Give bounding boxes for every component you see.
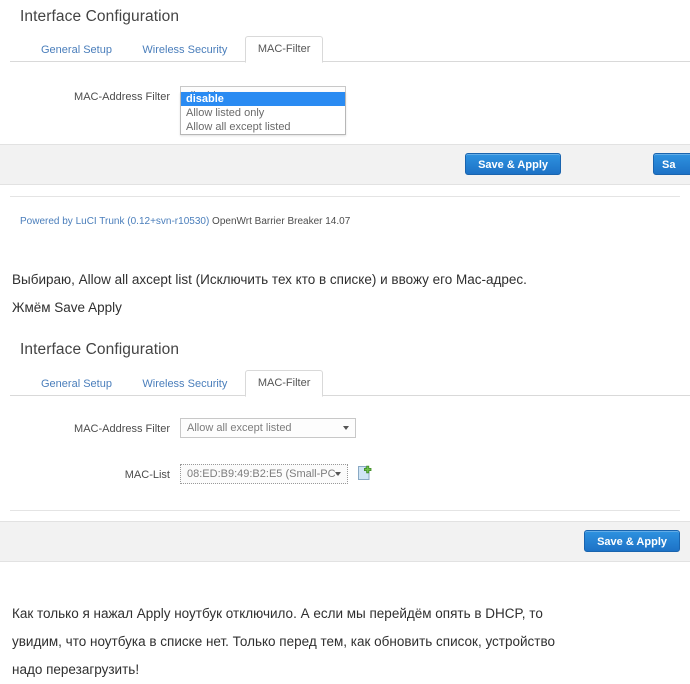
note-2-line-2: увидим, что ноутбука в списке нет. Тольк… xyxy=(12,634,556,649)
dropdown-option-allow-all-except-listed[interactable]: Allow all except listed xyxy=(181,120,345,134)
action-bar-2: Save & Apply xyxy=(0,521,690,562)
save-apply-button-1[interactable]: Save & Apply xyxy=(465,153,561,175)
page-title-1: Interface Configuration xyxy=(20,8,180,25)
chevron-down-icon-3 xyxy=(335,472,341,476)
mac-list-select[interactable]: 08:ED:B9:49:B2:E5 (Small-PC- xyxy=(180,464,348,484)
save-apply-button-2[interactable]: Save & Apply xyxy=(584,530,680,552)
form-area-1: MAC-Address Filter disable disable Allow… xyxy=(0,62,690,144)
panel-divider-1 xyxy=(10,196,680,197)
panel-divider-2 xyxy=(10,510,680,511)
tab-general-setup-1[interactable]: General Setup xyxy=(28,37,125,63)
tab-general-setup-2[interactable]: General Setup xyxy=(28,371,125,397)
mac-list-label: MAC-List xyxy=(124,469,170,481)
mac-address-filter-dropdown-1[interactable]: disable Allow listed only Allow all exce… xyxy=(180,92,346,135)
note-paragraph-1: Выбираю, Allow all axcept list (Исключит… xyxy=(12,266,672,322)
tab-mac-filter-2[interactable]: MAC-Filter xyxy=(244,370,324,397)
tab-bar-2: General Setup Wireless Security MAC-Filt… xyxy=(0,370,690,397)
save-button-1-clipped[interactable]: Sa xyxy=(653,153,690,175)
add-document-icon[interactable] xyxy=(356,465,372,481)
dropdown-option-disable[interactable]: disable xyxy=(181,92,345,106)
mac-address-filter-select-value-2: Allow all except listed xyxy=(187,422,292,434)
note-1-line-2: Жмём Save Apply xyxy=(12,300,122,315)
chevron-down-icon-2 xyxy=(343,426,349,430)
luci-credit-text: OpenWrt Barrier Breaker 14.07 xyxy=(209,216,351,227)
note-2-line-3: надо перезагрузить! xyxy=(12,662,140,677)
luci-credit-1: Powered by LuCI Trunk (0.12+svn-r10530) … xyxy=(20,216,350,227)
mac-list-select-value: 08:ED:B9:49:B2:E5 (Small-PC- xyxy=(187,468,340,480)
mac-list-field: 08:ED:B9:49:B2:E5 (Small-PC- xyxy=(180,464,372,484)
mac-address-filter-select-2[interactable]: Allow all except listed xyxy=(180,418,356,438)
tab-bar-1: General Setup Wireless Security MAC-Filt… xyxy=(0,36,690,63)
mac-address-filter-field-2: Allow all except listed xyxy=(180,418,356,438)
interface-configuration-panel-1: Interface Configuration General Setup Wi… xyxy=(0,0,690,235)
mac-address-filter-row-2: MAC-Address Filter Allow all except list… xyxy=(0,418,690,446)
tab-wireless-security-1[interactable]: Wireless Security xyxy=(129,37,240,63)
tab-wireless-security-2[interactable]: Wireless Security xyxy=(129,371,240,397)
interface-configuration-panel-2: Interface Configuration General Setup Wi… xyxy=(0,333,690,581)
luci-credit-link[interactable]: Powered by LuCI Trunk (0.12+svn-r10530) xyxy=(20,216,209,227)
note-paragraph-2: Как только я нажал Apply ноутбук отключи… xyxy=(12,600,672,684)
action-bar-1: Save & Apply Sa xyxy=(0,144,690,185)
mac-list-row: MAC-List 08:ED:B9:49:B2:E5 (Small-PC- xyxy=(0,464,690,492)
dropdown-option-allow-listed-only[interactable]: Allow listed only xyxy=(181,106,345,120)
page-title-2: Interface Configuration xyxy=(20,341,180,358)
mac-address-filter-label-2: MAC-Address Filter xyxy=(74,423,170,435)
note-2-line-1: Как только я нажал Apply ноутбук отключи… xyxy=(12,606,543,621)
mac-address-filter-label-1: MAC-Address Filter xyxy=(74,91,170,103)
note-1-line-1: Выбираю, Allow all axcept list (Исключит… xyxy=(12,272,527,287)
tab-mac-filter-1[interactable]: MAC-Filter xyxy=(244,36,324,63)
